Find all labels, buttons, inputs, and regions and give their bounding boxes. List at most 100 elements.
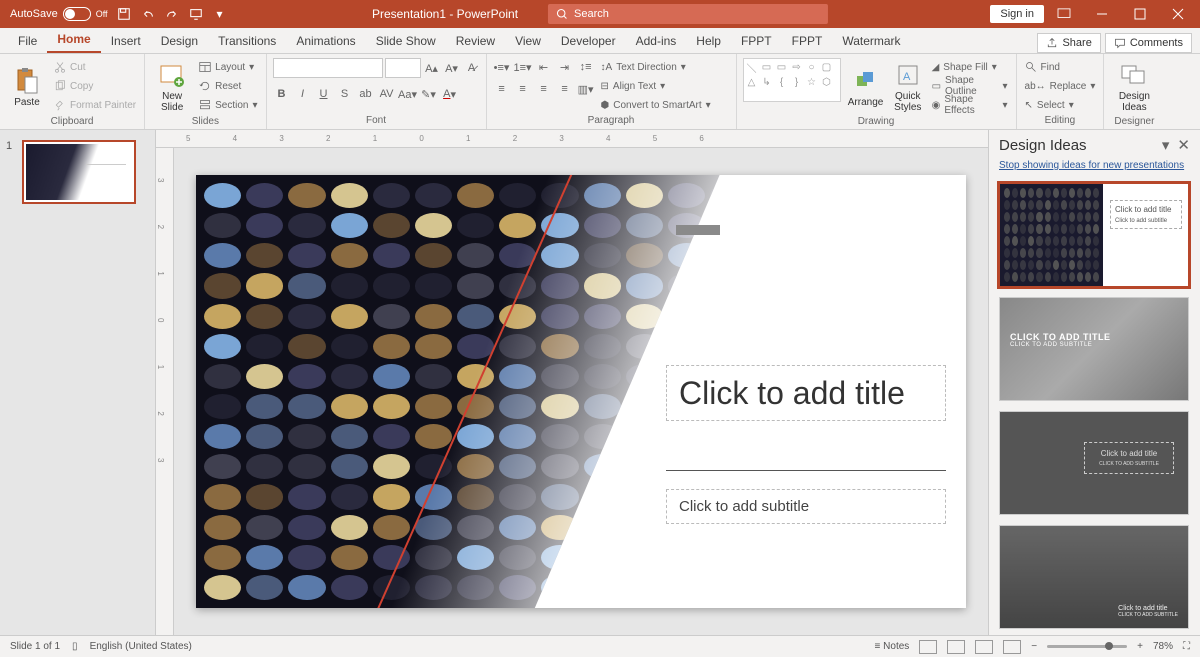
bullets-icon[interactable]: •≡▾ — [493, 58, 511, 76]
replace-button[interactable]: ab↔ Replace ▾ — [1023, 77, 1098, 95]
tab-design[interactable]: Design — [151, 29, 208, 53]
redo-icon[interactable] — [164, 6, 180, 22]
font-color-icon[interactable]: A▾ — [441, 85, 459, 103]
maximize-icon[interactable] — [1122, 0, 1158, 28]
qat-dropdown-icon[interactable]: ▾ — [212, 6, 228, 22]
replace-icon: ab↔ — [1025, 81, 1046, 92]
design-idea-1[interactable]: Click to add titleClick to add subtitle — [999, 183, 1189, 287]
quick-styles-button[interactable]: A Quick Styles — [890, 58, 926, 116]
idea-title: CLICK TO ADD TITLE — [1010, 332, 1111, 342]
brace2-shape-icon: } — [791, 76, 803, 88]
shape-fill-button[interactable]: ◢ Shape Fill ▾ — [930, 58, 1010, 76]
subtitle-placeholder[interactable]: Click to add subtitle — [666, 489, 946, 524]
minimize-icon[interactable] — [1084, 0, 1120, 28]
arrow-shape-icon: ⇨ — [791, 61, 803, 73]
find-button[interactable]: Find — [1023, 58, 1098, 76]
tab-addins[interactable]: Add-ins — [626, 29, 687, 53]
tab-watermark[interactable]: Watermark — [832, 29, 910, 53]
tab-transitions[interactable]: Transitions — [208, 29, 286, 53]
paste-button[interactable]: Paste — [6, 58, 48, 116]
tab-home[interactable]: Home — [47, 27, 100, 53]
shape-outline-button[interactable]: ▭ Shape Outline ▾ — [930, 77, 1010, 95]
layout-button[interactable]: Layout ▾ — [197, 58, 259, 76]
align-text-button[interactable]: ⊟ Align Text ▾ — [599, 77, 713, 95]
design-idea-4[interactable]: Click to add titleCLICK TO ADD SUBTITLE — [999, 525, 1189, 629]
highlight-icon[interactable]: ✎▾ — [420, 85, 438, 103]
spacing-icon[interactable]: AV — [378, 85, 396, 103]
comments-button[interactable]: Comments — [1105, 33, 1192, 53]
tab-slideshow[interactable]: Slide Show — [366, 29, 446, 53]
copy-button[interactable]: Copy — [52, 77, 138, 95]
search-icon — [556, 8, 568, 20]
design-idea-3[interactable]: Click to add titleCLICK TO ADD SUBTITLE — [999, 411, 1189, 515]
group-label: Designer — [1110, 116, 1158, 128]
numbering-icon[interactable]: 1≡▾ — [514, 58, 532, 76]
comment-icon — [1114, 37, 1126, 49]
design-ideas-button[interactable]: Design Ideas — [1110, 58, 1158, 116]
tab-developer[interactable]: Developer — [551, 29, 626, 53]
start-from-beginning-icon[interactable] — [188, 6, 204, 22]
strike-icon[interactable]: S — [336, 85, 354, 103]
group-slides: New Slide Layout ▾ Reset Section ▾ Slide… — [145, 54, 266, 129]
shape-effects-button[interactable]: ◉ Shape Effects ▾ — [930, 96, 1010, 114]
tab-help[interactable]: Help — [686, 29, 731, 53]
text-direction-button[interactable]: ↕A Text Direction ▾ — [599, 58, 713, 76]
pane-dropdown-icon[interactable]: ▾ — [1162, 136, 1170, 154]
cut-button[interactable]: Cut — [52, 58, 138, 76]
align-left-icon[interactable]: ≡ — [493, 80, 511, 98]
idea-sub: CLICK TO ADD SUBTITLE — [1010, 342, 1111, 348]
idea-title: Click to add title — [1115, 205, 1177, 214]
clear-format-icon[interactable]: A̷ — [463, 59, 481, 77]
close-icon[interactable] — [1160, 0, 1196, 28]
format-painter-button[interactable]: Format Painter — [52, 96, 138, 114]
share-icon — [1046, 37, 1058, 49]
convert-smartart-button[interactable]: ⬢ Convert to SmartArt ▾ — [599, 96, 713, 114]
shadow-icon[interactable]: ab — [357, 85, 375, 103]
justify-icon[interactable]: ≡ — [556, 80, 574, 98]
bold-icon[interactable]: B — [273, 85, 291, 103]
vertical-ruler: 3 2 1 0 1 2 3 — [156, 148, 174, 635]
rect-shape-icon: ▭ — [761, 61, 773, 73]
shapes-gallery[interactable]: ＼ ▭ ▭ ⇨ ○ ▢ △ ↳ { } ☆ ⬡ — [743, 58, 842, 102]
tab-animations[interactable]: Animations — [286, 29, 365, 53]
font-family-select[interactable] — [273, 58, 383, 78]
reset-button[interactable]: Reset — [197, 77, 259, 95]
new-slide-button[interactable]: New Slide — [151, 58, 193, 116]
title-placeholder[interactable]: Click to add title — [666, 365, 946, 421]
design-idea-2[interactable]: CLICK TO ADD TITLECLICK TO ADD SUBTITLE — [999, 297, 1189, 401]
workspace: 1 5 4 3 2 1 0 1 2 3 4 5 6 3 2 1 0 1 2 3 … — [0, 130, 1200, 635]
tab-fppt2[interactable]: FPPT — [782, 29, 833, 53]
case-icon[interactable]: Aa▾ — [399, 85, 417, 103]
tab-file[interactable]: File — [8, 29, 47, 53]
columns-icon[interactable]: ▥▾ — [577, 80, 595, 98]
sign-in-button[interactable]: Sign in — [990, 5, 1044, 23]
section-button[interactable]: Section ▾ — [197, 96, 259, 114]
pane-close-icon[interactable]: ✕ — [1177, 136, 1190, 154]
save-icon[interactable] — [116, 6, 132, 22]
select-button[interactable]: ↖ Select ▾ — [1023, 96, 1098, 114]
align-right-icon[interactable]: ≡ — [535, 80, 553, 98]
italic-icon[interactable]: I — [294, 85, 312, 103]
line-spacing-icon[interactable]: ↕≡ — [577, 58, 595, 76]
tab-review[interactable]: Review — [446, 29, 505, 53]
tab-insert[interactable]: Insert — [101, 29, 151, 53]
ribbon-display-icon[interactable] — [1046, 0, 1082, 28]
arrange-button[interactable]: Arrange — [845, 58, 886, 116]
search-placeholder: Search — [574, 8, 609, 20]
slide-thumbnail-1[interactable] — [22, 140, 136, 204]
autosave-toggle[interactable]: AutoSave Off — [10, 7, 108, 21]
tab-view[interactable]: View — [505, 29, 551, 53]
share-button[interactable]: Share — [1037, 33, 1100, 53]
align-center-icon[interactable]: ≡ — [514, 80, 532, 98]
tab-fppt1[interactable]: FPPT — [731, 29, 782, 53]
decrease-font-icon[interactable]: A▾ — [443, 59, 461, 77]
increase-font-icon[interactable]: A▴ — [423, 59, 441, 77]
stop-showing-link[interactable]: Stop showing ideas for new presentations — [989, 160, 1200, 177]
indent-dec-icon[interactable]: ⇤ — [535, 58, 553, 76]
slide-canvas[interactable]: Click to add title Click to add subtitle — [196, 175, 966, 608]
indent-inc-icon[interactable]: ⇥ — [556, 58, 574, 76]
underline-icon[interactable]: U — [315, 85, 333, 103]
undo-icon[interactable] — [140, 6, 156, 22]
font-size-select[interactable] — [385, 58, 421, 78]
search-box[interactable]: Search — [548, 4, 828, 24]
